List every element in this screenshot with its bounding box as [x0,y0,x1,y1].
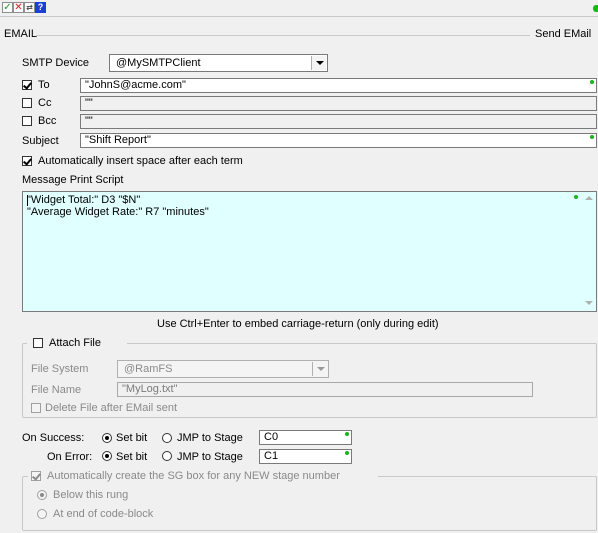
to-checkbox[interactable] [22,80,32,90]
message-script-editor[interactable]: "Widget Total:" D3 "$N" "Average Widget … [22,191,597,312]
auto-sg-legend: Automatically create the SG box for any … [28,469,378,483]
subject-label: Subject [22,135,59,147]
to-field[interactable]: "JohnS@acme.com" [80,78,597,93]
subject-value: "Shift Report" [85,134,151,146]
file-name-label: File Name [31,384,82,396]
auto-sg-checkbox[interactable] [31,471,41,481]
on-success-field[interactable]: C0 [259,430,352,445]
attach-file-checkbox[interactable] [33,338,43,348]
file-system-value: @RamFS [124,363,173,375]
cc-label: Cc [38,97,52,109]
bcc-field[interactable]: "" [80,114,597,129]
subject-field[interactable]: "Shift Report" [80,133,597,148]
accept-check-icon[interactable]: ✓ [2,2,13,13]
chevron-down-icon[interactable] [311,56,326,70]
to-label: To [38,79,50,91]
on-success-jmp-radio[interactable] [162,433,172,443]
to-value: "JohnS@acme.com" [85,79,186,91]
on-error-label: On Error: [47,451,93,463]
attach-file-legend: Attach File [27,336,127,350]
end-of-block-radio[interactable] [37,509,47,519]
auto-sg-group [22,476,597,531]
file-name-value: "MyLog.txt" [122,383,178,395]
vertical-scrollbar[interactable] [582,192,596,311]
on-error-jmp-label: JMP to Stage [177,451,243,463]
smtp-device-value: @MySMTPClient [116,57,201,69]
header-divider [36,35,530,36]
on-error-jmp-radio[interactable] [162,451,172,461]
bcc-label: Bcc [38,115,57,127]
auto-sg-label: Automatically create the SG box for any … [47,470,340,482]
delete-file-label: Delete File after EMail sent [45,402,178,414]
translate-icon[interactable]: ⇄ [24,2,35,13]
file-system-select[interactable]: @RamFS [117,360,329,378]
on-error-set-bit-label: Set bit [116,451,148,463]
attach-file-label: Attach File [49,337,101,349]
end-of-block-label: At end of code-block [53,508,154,520]
script-line: "Average Widget Rate:" R7 "minutes" [27,206,209,218]
script-label: Message Print Script [22,174,124,186]
cc-checkbox[interactable] [22,98,32,108]
on-success-label: On Success: [22,432,85,444]
on-success-set-bit-radio[interactable] [102,433,112,443]
cc-value: "" [85,97,93,109]
on-error-field[interactable]: C1 [259,449,352,464]
help-button[interactable]: ? [35,2,46,13]
on-success-set-bit-label: Set bit [116,432,148,444]
instruction-name: Send EMail [535,28,592,40]
script-hint: Use Ctrl+Enter to embed carriage-return … [157,318,439,330]
cc-field[interactable]: "" [80,96,597,111]
on-error-set-bit-radio[interactable] [102,451,112,461]
on-success-value: C0 [264,431,279,443]
bcc-checkbox[interactable] [22,116,32,126]
on-error-value: C1 [264,450,279,462]
chevron-down-icon[interactable] [312,362,327,376]
text-caret [27,195,28,206]
on-success-jmp-label: JMP to Stage [177,432,243,444]
scroll-up-icon[interactable] [585,196,593,202]
cancel-x-icon[interactable]: ✕ [13,2,24,13]
toolbar: ✓ ✕ ⇄ ? [0,0,598,17]
file-system-label: File System [31,363,89,375]
auto-space-checkbox[interactable] [22,156,32,166]
valid-dot-icon [345,451,349,455]
below-rung-radio[interactable] [37,490,47,500]
scroll-down-icon[interactable] [585,301,593,307]
valid-dot-icon [574,195,578,199]
script-line: "Widget Total:" D3 "$N" [27,194,141,206]
group-title: EMAIL [4,28,38,40]
delete-file-checkbox[interactable] [31,403,41,413]
smtp-device-label: SMTP Device [22,57,90,69]
status-indicator-icon [593,5,598,12]
valid-dot-icon [345,432,349,436]
valid-dot-icon [590,80,594,84]
below-rung-label: Below this rung [53,489,129,501]
smtp-device-select[interactable]: @MySMTPClient [109,54,328,72]
auto-space-label: Automatically insert space after each te… [38,155,243,167]
bcc-value: "" [85,115,93,127]
file-name-field[interactable]: "MyLog.txt" [117,382,533,397]
valid-dot-icon [590,135,594,139]
